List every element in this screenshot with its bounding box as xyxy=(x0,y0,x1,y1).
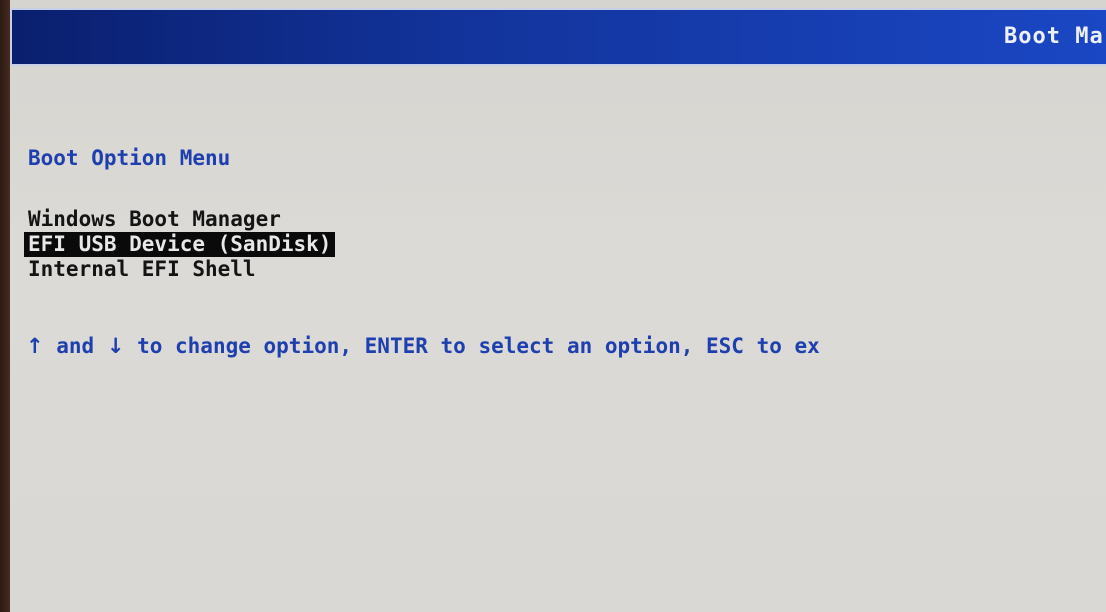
boot-option-list: Windows Boot Manager EFI USB Device (San… xyxy=(24,207,336,282)
bios-screen: Boot Mar Boot Option Menu Windows Boot M… xyxy=(10,0,1106,612)
boot-option-efi-usb[interactable]: EFI USB Device (SanDisk) xyxy=(24,232,336,257)
up-arrow-icon: ↑ xyxy=(26,334,44,358)
down-arrow-icon: ↓ xyxy=(106,334,125,358)
menu-title: Boot Option Menu xyxy=(28,146,231,170)
boot-option-label: Windows Boot Manager xyxy=(28,207,281,231)
hint-and-text: and xyxy=(43,334,107,358)
boot-option-label-selected: EFI USB Device (SanDisk) xyxy=(24,232,336,257)
navigation-hint: ↑ and ↓ to change option, ENTER to selec… xyxy=(26,334,820,358)
hint-text: to change option, ENTER to select an opt… xyxy=(124,334,820,358)
header-bar: Boot Mar xyxy=(10,8,1106,66)
boot-option-label: Internal EFI Shell xyxy=(28,257,256,281)
boot-option-windows[interactable]: Windows Boot Manager xyxy=(24,207,335,232)
header-title: Boot Mar xyxy=(1004,24,1106,49)
boot-option-efi-shell[interactable]: Internal EFI Shell xyxy=(24,257,335,282)
